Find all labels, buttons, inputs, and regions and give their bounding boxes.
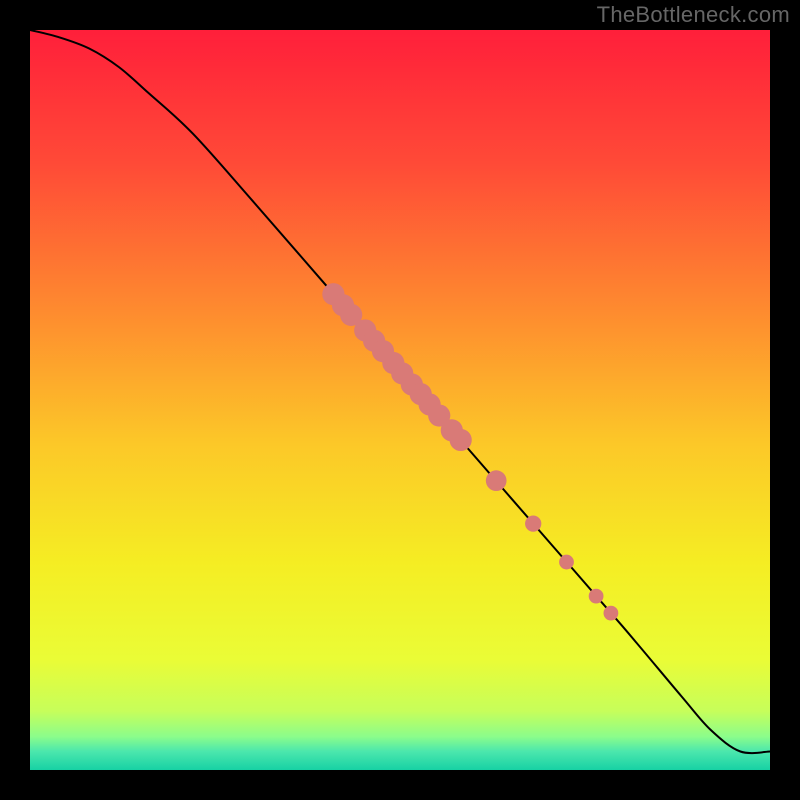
data-point [450, 429, 472, 451]
chart-frame: TheBottleneck.com [0, 0, 800, 800]
data-point [559, 555, 574, 570]
watermark-text: TheBottleneck.com [597, 2, 790, 28]
data-point [604, 606, 619, 621]
data-point [486, 470, 507, 491]
chart-svg [30, 30, 770, 770]
data-point [525, 515, 541, 531]
plot-area [30, 30, 770, 770]
data-point [589, 589, 604, 604]
curve-line [30, 30, 770, 753]
